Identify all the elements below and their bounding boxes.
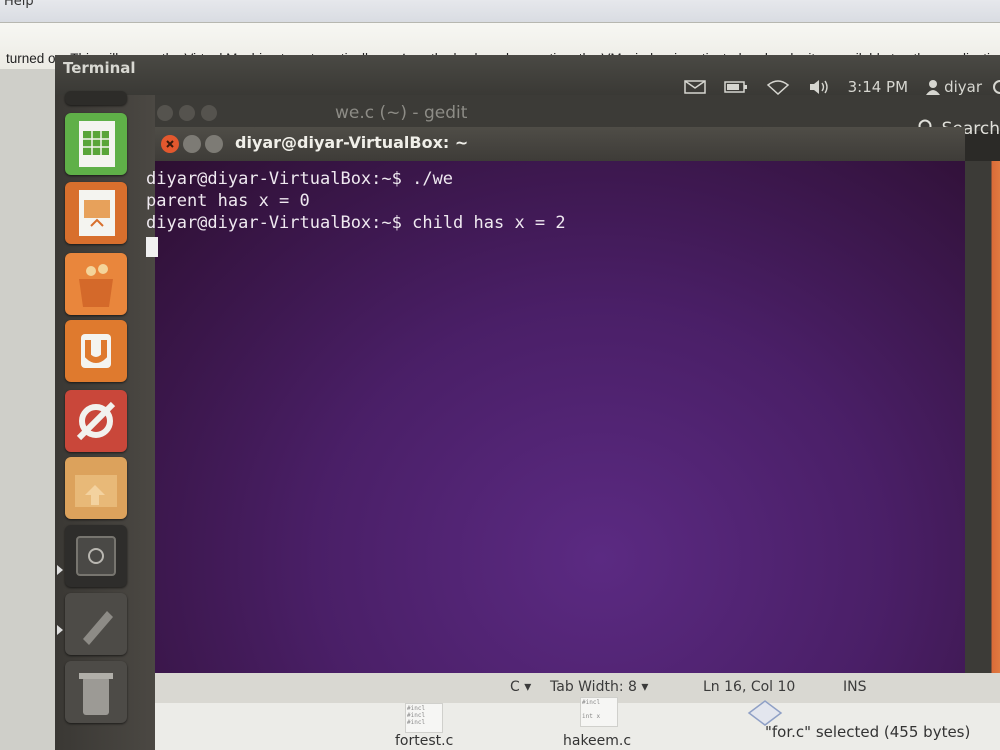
gedit-statusbar: C ▾ Tab Width: 8 ▾ Ln 16, Col 10 INS — [155, 673, 1000, 703]
close-icon — [166, 140, 174, 148]
user-menu[interactable]: diyar — [926, 78, 982, 96]
terminal-line: diyar@diyar-VirtualBox:~$ ./we — [146, 169, 454, 189]
battery-icon[interactable] — [723, 80, 748, 94]
mail-icon[interactable] — [683, 79, 706, 95]
gedit-window-title: we.c (~) - gedit — [335, 103, 468, 123]
launcher-ubuntu-one[interactable] — [65, 320, 127, 382]
selection-status: "for.c" selected (455 bytes) — [765, 723, 971, 741]
launcher-running-pip — [57, 625, 63, 635]
clock[interactable]: 3:14 PM — [848, 78, 908, 96]
terminal-window-title: diyar@diyar-VirtualBox: ~ — [235, 133, 469, 152]
insert-mode: INS — [843, 679, 867, 695]
terminal-titlebar: diyar@diyar-VirtualBox: ~ — [155, 127, 965, 161]
launcher-update-manager[interactable] — [65, 457, 127, 519]
file-browser: #incl #incl #incl #incl int x fortest.c hak… — [155, 697, 1000, 750]
user-icon — [926, 80, 941, 95]
software-center-icon — [79, 264, 113, 307]
file-thumbnail: #incl int x — [580, 697, 618, 727]
trash-icon — [79, 673, 113, 715]
maximize-button[interactable] — [205, 135, 223, 153]
language-label: C — [510, 679, 520, 695]
text-editor-icon — [83, 611, 113, 645]
close-button[interactable] — [161, 135, 179, 153]
volume-icon[interactable] — [808, 79, 830, 95]
background-window-edge — [965, 161, 1000, 691]
terminal-line: diyar@diyar-VirtualBox:~$ child has x = … — [146, 213, 566, 233]
terminal-line: parent has x = 0 — [146, 191, 310, 211]
top-panel: Terminal 3:14 PM diyar — [55, 55, 1000, 96]
system-settings-icon — [76, 401, 116, 441]
file-item[interactable]: fortest.c — [395, 733, 453, 749]
text-cursor — [146, 237, 158, 257]
host-menu-help[interactable]: Help — [4, 0, 34, 9]
launcher-system-settings[interactable] — [65, 390, 127, 452]
launcher-text-editor[interactable] — [65, 593, 127, 655]
gedit-titlebar: we.c (~) - gedit — [155, 95, 1000, 131]
presentation-icon — [79, 190, 115, 236]
spreadsheet-icon — [79, 121, 115, 167]
update-manager-icon — [75, 475, 117, 507]
launcher-trash[interactable] — [65, 661, 127, 723]
terminal-output[interactable]: diyar@diyar-VirtualBox:~$ ./we parent ha… — [146, 161, 965, 691]
launcher-spreadsheet[interactable] — [65, 113, 127, 175]
network-icon[interactable] — [766, 79, 790, 95]
file-item[interactable]: hakeem.c — [563, 733, 631, 749]
tab-width-selector[interactable]: Tab Width: 8 ▾ — [550, 679, 648, 695]
safe-icon — [76, 536, 116, 576]
language-selector[interactable]: C ▾ — [510, 679, 531, 695]
panel-app-title: Terminal — [63, 59, 136, 77]
launcher-running-pip — [57, 565, 63, 575]
launcher-software-center[interactable] — [65, 253, 127, 315]
launcher-safe[interactable] — [65, 525, 127, 587]
launcher-item-partial[interactable] — [65, 91, 127, 105]
minimize-button[interactable] — [183, 135, 201, 153]
file-thumbnail: #incl #incl #incl — [405, 703, 443, 733]
host-window-top: Help — [0, 0, 1000, 22]
gear-icon[interactable] — [990, 79, 1000, 95]
ubuntu-one-icon — [81, 334, 111, 368]
tab-width-label: Tab Width: 8 — [550, 679, 637, 695]
user-name: diyar — [944, 78, 982, 96]
unity-launcher: 377 — [55, 91, 155, 750]
guest-desktop: Terminal 3:14 PM diyar we.c (~) - gedit … — [55, 55, 1000, 750]
launcher-presentation[interactable] — [65, 182, 127, 244]
cursor-position: Ln 16, Col 10 — [703, 679, 796, 695]
gedit-window-controls[interactable] — [155, 101, 225, 125]
